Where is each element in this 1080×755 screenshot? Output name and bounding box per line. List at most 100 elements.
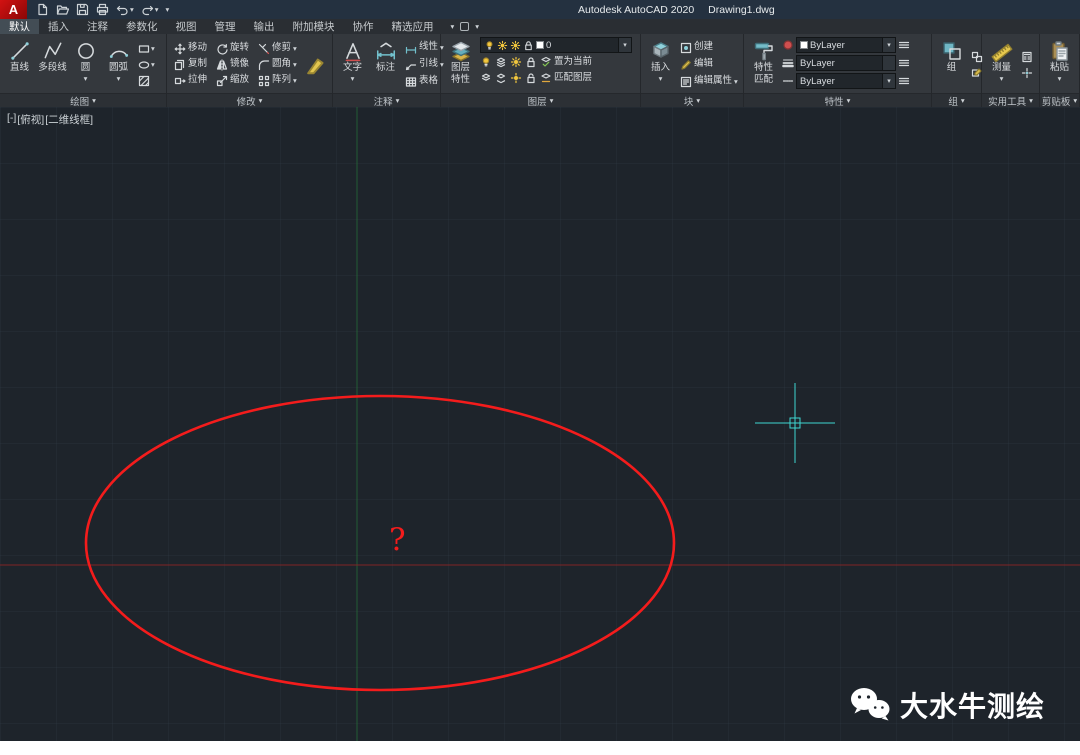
block-panel-label[interactable]: 块▾ — [641, 93, 743, 107]
arc-tool-button[interactable]: 圆弧 ▾ — [102, 37, 135, 92]
plot-button[interactable] — [96, 3, 109, 16]
linetype-list-icon[interactable] — [898, 75, 910, 87]
new-file-icon — [36, 3, 49, 16]
viewport-visual-style-control[interactable]: [二维线框] — [45, 112, 93, 127]
draw-panel-label[interactable]: 绘图▾ — [0, 93, 166, 107]
draw-extra-tools: ▾ ▾ — [138, 37, 155, 92]
layer-dropdown[interactable]: 0 ▾ — [480, 37, 632, 53]
layer-freeze-button[interactable] — [510, 56, 522, 69]
create-block-button[interactable]: 创建 — [680, 41, 738, 55]
circle-tool-button[interactable]: 圆 ▾ — [69, 37, 102, 92]
array-tool-button[interactable]: 阵列▾ — [258, 74, 297, 88]
layer-off-button[interactable] — [480, 56, 492, 69]
lineweight-dropdown[interactable]: ByLayer — [796, 55, 896, 71]
text-tool-button[interactable]: 文字 ▾ — [336, 37, 369, 92]
layer-on-bulb-icon — [484, 40, 495, 51]
make-current-button[interactable]: 置为当前 — [540, 55, 592, 69]
layer-thaw-all-button[interactable] — [510, 72, 522, 85]
hatch-tool-button[interactable] — [138, 74, 155, 87]
layers-panel-label[interactable]: 图层▾ — [441, 93, 640, 107]
save-button[interactable] — [76, 3, 89, 16]
tab-default[interactable]: 默认 — [0, 19, 39, 34]
linetype-caret-icon[interactable]: ▾ — [882, 74, 895, 88]
layer-unlock-all-button[interactable] — [525, 72, 537, 85]
clipboard-panel-label[interactable]: 剪贴板▾ — [1040, 93, 1079, 107]
tab-collaborate[interactable]: 协作 — [344, 19, 383, 34]
leader-button[interactable]: 引线▾ — [405, 58, 444, 72]
scale-tool-button[interactable]: 缩放 — [216, 74, 249, 88]
match-properties-button[interactable]: 特性 匹配 — [747, 37, 780, 92]
tab-featured-apps[interactable]: 精选应用 — [383, 19, 443, 34]
tab-addins[interactable]: 附加模块 — [284, 19, 344, 34]
layer-dropdown-caret-icon[interactable]: ▾ — [618, 38, 631, 52]
viewport-view-control[interactable]: [俯视] — [17, 112, 44, 127]
table-button[interactable]: 表格 — [405, 75, 444, 89]
rectangle-tool-button[interactable]: ▾ — [138, 42, 155, 55]
layer-unisolate-button[interactable] — [495, 72, 507, 85]
erase-tool-button[interactable] — [304, 58, 326, 71]
group-button[interactable]: 组 — [935, 37, 968, 92]
mirror-tool-button[interactable]: 镜像 — [216, 58, 249, 72]
match-layer-button[interactable]: 匹配图层 — [540, 71, 592, 85]
layer-isolate-button[interactable] — [495, 56, 507, 69]
id-point-button[interactable] — [1021, 66, 1033, 79]
ribbon-minimize-caret-icon[interactable]: ▾ — [475, 23, 479, 31]
move-tool-button[interactable]: 移动 — [174, 42, 207, 56]
copy-tool-button[interactable]: 复制 — [174, 58, 207, 72]
rotate-tool-button[interactable]: 旋转 — [216, 42, 249, 56]
qat-customize-button[interactable]: ▾ — [166, 6, 170, 14]
command-line-area[interactable] — [0, 741, 1080, 755]
object-color-dropdown[interactable]: ByLayer ▾ — [796, 37, 896, 53]
layer-walk-button[interactable] — [480, 72, 492, 85]
undo-button[interactable]: ▾ — [116, 3, 134, 16]
drawing-area[interactable]: ? [-] [俯视] [二维线框] 大水牛测绘 — [0, 107, 1080, 741]
new-file-button[interactable] — [36, 3, 49, 16]
layer-walk-icon — [480, 72, 492, 84]
paste-button[interactable]: 粘贴 ▾ — [1043, 37, 1076, 92]
panel-clipboard: 粘贴 ▾ 剪贴板▾ — [1040, 34, 1080, 107]
trim-tool-button[interactable]: 修剪▾ — [258, 42, 297, 56]
layer-lock-button[interactable] — [525, 56, 537, 69]
open-folder-icon — [56, 3, 69, 16]
lineweight-caret-icon[interactable] — [882, 56, 895, 70]
tab-output[interactable]: 输出 — [245, 19, 284, 34]
red-ellipse[interactable] — [86, 396, 674, 690]
dimension-tool-button[interactable]: 标注 — [369, 37, 402, 92]
ribbon-options-caret-icon[interactable]: ▾ — [451, 23, 455, 31]
viewport-minimize-control[interactable]: [-] — [7, 112, 16, 127]
application-menu-button[interactable]: A — [0, 0, 27, 19]
layer-properties-button[interactable]: 图层 特性 — [444, 37, 477, 92]
groups-panel-label[interactable]: 组▾ — [932, 93, 981, 107]
insert-block-button[interactable]: 插入 ▾ — [644, 37, 677, 92]
utilities-panel-label[interactable]: 实用工具▾ — [982, 93, 1039, 107]
color-list-icon[interactable] — [898, 39, 910, 51]
panel-utilities: 测量 ▾ 实用工具▾ — [982, 34, 1040, 107]
rotate-icon — [216, 43, 228, 55]
edit-attributes-button[interactable]: 编辑属性▾ — [680, 75, 738, 89]
properties-panel-label[interactable]: 特性▾ — [744, 93, 931, 107]
polyline-tool-button[interactable]: 多段线 — [36, 37, 69, 92]
object-color-caret-icon[interactable]: ▾ — [882, 38, 895, 52]
ribbon-minimize-icon[interactable] — [460, 22, 469, 31]
stretch-tool-button[interactable]: 拉伸 — [174, 74, 207, 88]
linear-dimension-button[interactable]: 线性▾ — [405, 41, 444, 55]
tab-annotate[interactable]: 注释 — [78, 19, 117, 34]
tab-insert[interactable]: 插入 — [39, 19, 78, 34]
tab-parametric[interactable]: 参数化 — [117, 19, 167, 34]
linetype-dropdown[interactable]: ByLayer ▾ — [796, 73, 896, 89]
annotate-panel-label[interactable]: 注释▾ — [333, 93, 440, 107]
measure-button[interactable]: 测量 ▾ — [985, 37, 1018, 92]
edit-block-button[interactable]: 编辑 — [680, 58, 738, 72]
lineweight-list-icon[interactable] — [898, 57, 910, 69]
line-tool-button[interactable]: 直线 — [3, 37, 36, 92]
open-file-button[interactable] — [56, 3, 69, 16]
object-color-icon — [782, 39, 794, 51]
tab-view[interactable]: 视图 — [167, 19, 206, 34]
ellipse-tool-button[interactable]: ▾ — [138, 58, 155, 71]
modify-panel-label[interactable]: 修改▾ — [167, 93, 332, 107]
redo-button[interactable]: ▾ — [141, 3, 159, 16]
tab-manage[interactable]: 管理 — [206, 19, 245, 34]
qat-caret-icon: ▾ — [166, 6, 170, 14]
fillet-tool-button[interactable]: 圆角▾ — [258, 58, 297, 72]
quick-calc-button[interactable] — [1021, 50, 1033, 63]
